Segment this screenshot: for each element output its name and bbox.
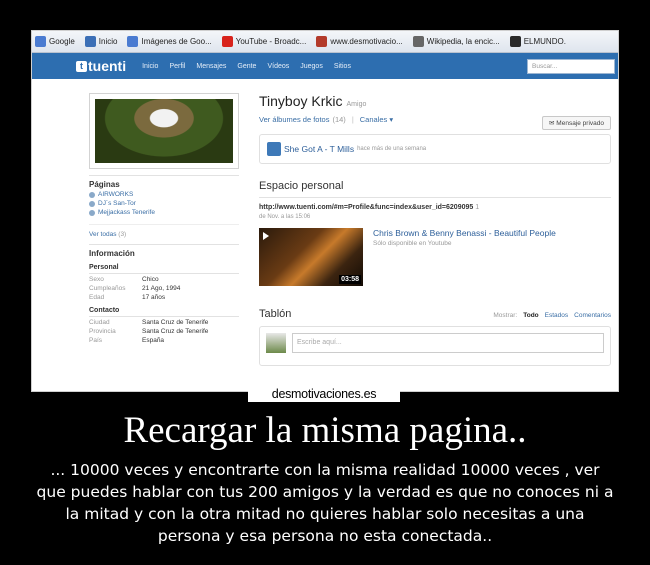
profile-header: Tinyboy Krkic Amigo	[259, 93, 611, 109]
friend-tag: Amigo	[346, 101, 367, 108]
status-box: She Got A - T Mills hace más de una sema…	[259, 134, 611, 164]
main-column: Tinyboy Krkic Amigo Ver álbumes de fotos…	[259, 93, 611, 366]
avatar	[266, 333, 286, 353]
bookmark-elmundo[interactable]: ELMUNDO.	[509, 36, 566, 47]
google-icon	[35, 36, 46, 47]
pages-section: Páginas AIRWORKS DJ´s San-Tor Mejjackass…	[89, 175, 239, 238]
personal-space-heading: Espacio personal	[259, 180, 611, 198]
bookmark-inicio[interactable]: Inicio	[84, 36, 117, 47]
video-info: Chris Brown & Benny Benassi - Beautiful …	[373, 228, 556, 286]
info-row: Sexo Chico	[89, 276, 159, 283]
profile-name: Tinyboy Krkic	[259, 93, 343, 109]
nav-juegos[interactable]: Juegos	[300, 63, 323, 70]
poster-caption: ... 10000 veces y encontrarte con la mis…	[36, 461, 614, 545]
profile-picture[interactable]	[89, 93, 239, 169]
info-row: Provincia Santa Cruz de Tenerife	[89, 328, 209, 335]
page-icon	[89, 200, 95, 207]
photo-albums-link[interactable]: Ver álbumes de fotos	[259, 115, 329, 124]
watermark: desmotivaciones.es	[248, 387, 400, 402]
search-input[interactable]: Buscar...	[527, 59, 615, 74]
contact-heading: Contacto	[89, 307, 239, 317]
filter-all[interactable]: Todo	[523, 312, 538, 319]
nav-perfil[interactable]: Perfil	[169, 63, 185, 70]
wikipedia-icon	[412, 36, 424, 47]
pages-heading: Páginas	[89, 180, 120, 189]
nav-inicio[interactable]: Inicio	[142, 63, 158, 70]
wall-composer: Escribe aquí...	[259, 326, 611, 366]
profile-photo	[95, 99, 233, 163]
link-separator: |	[351, 115, 354, 124]
page-link[interactable]: DJ´s San-Tor	[89, 200, 239, 207]
page-link[interactable]: Mejjackass Tenerife	[89, 209, 239, 216]
status-time: hace más de una semana	[357, 146, 427, 152]
music-status-icon	[267, 142, 281, 156]
nav-mensajes[interactable]: Mensajes	[196, 63, 226, 70]
info-row: Ciudad Santa Cruz de Tenerife	[89, 319, 209, 326]
bookmarks-bar: Google Inicio Imágenes de Goo... YouTube…	[32, 31, 618, 53]
info-row: Edad 17 años	[89, 294, 166, 301]
news-icon	[509, 36, 521, 47]
bookmark-youtube[interactable]: YouTube - Broadc...	[221, 36, 306, 47]
private-message-button[interactable]: ✉ Mensaje privado	[542, 116, 611, 130]
photo-count: (14)	[332, 115, 346, 124]
wall-header: Tablón Mostrar: Todo Estados Comentarios	[259, 308, 611, 320]
bookmark-desmotivaciones[interactable]: www.desmotivacio...	[316, 36, 403, 47]
screenshot-frame: Google Inicio Imágenes de Goo... YouTube…	[31, 30, 619, 392]
images-icon	[127, 36, 139, 47]
status-text[interactable]: She Got A - T Mills	[284, 144, 354, 154]
info-row: País España	[89, 337, 165, 344]
video-embed: 03:58 Chris Brown & Benny Benassi - Beau…	[259, 228, 611, 286]
youtube-icon	[221, 36, 233, 47]
video-duration: 03:58	[339, 275, 361, 284]
wall-input[interactable]: Escribe aquí...	[292, 333, 604, 353]
personal-space-url[interactable]: http://www.tuenti.com/#m=Profile&func=in…	[259, 204, 611, 211]
left-column: Páginas AIRWORKS DJ´s San-Tor Mejjackass…	[89, 93, 239, 344]
video-thumbnail[interactable]: 03:58	[259, 228, 363, 286]
nav-gente[interactable]: Gente	[237, 63, 256, 70]
filter-statuses[interactable]: Estados	[545, 312, 569, 319]
video-title[interactable]: Chris Brown & Benny Benassi - Beautiful …	[373, 228, 556, 238]
personal-heading: Personal	[89, 264, 239, 274]
info-row: Cumpleaños 21 Ago, 1994	[89, 285, 181, 292]
bookmark-google[interactable]: Google	[35, 36, 75, 47]
poster-title: Recargar la misma pagina..	[123, 410, 527, 451]
play-icon	[263, 232, 269, 240]
page-icon	[316, 36, 328, 47]
page-link[interactable]: AIRWORKS	[89, 191, 239, 198]
page-icon	[89, 209, 95, 216]
info-heading: Información	[89, 249, 135, 258]
filter-label: Mostrar:	[493, 312, 518, 319]
main-nav: Inicio Perfil Mensajes Gente Vídeos Jueg…	[142, 63, 351, 70]
tuenti-logo[interactable]: t tuenti	[76, 58, 126, 74]
tuenti-logo-icon: t	[76, 60, 87, 72]
wall-heading: Tablón	[259, 308, 292, 320]
bookmark-images[interactable]: Imágenes de Goo...	[127, 36, 212, 47]
home-icon	[84, 36, 96, 47]
channels-dropdown[interactable]: Canales ▾	[360, 115, 393, 124]
nav-videos[interactable]: Vídeos	[267, 63, 289, 70]
see-all-pages-link[interactable]: Ver todas (3)	[89, 224, 239, 238]
info-section: Información Personal Sexo Chico Cumpleaño…	[89, 244, 239, 344]
page-icon	[89, 191, 95, 198]
post-date: de Nov. a las 15:06	[259, 214, 311, 220]
wall-filters: Mostrar: Todo Estados Comentarios	[493, 312, 611, 319]
bookmark-wikipedia[interactable]: Wikipedia, la encic...	[412, 36, 500, 47]
filter-comments[interactable]: Comentarios	[574, 312, 611, 319]
video-description: Sólo disponible en Youtube	[373, 240, 452, 247]
tuenti-navbar: t tuenti Inicio Perfil Mensajes Gente Ví…	[32, 53, 618, 79]
nav-sitios[interactable]: Sitios	[334, 63, 351, 70]
